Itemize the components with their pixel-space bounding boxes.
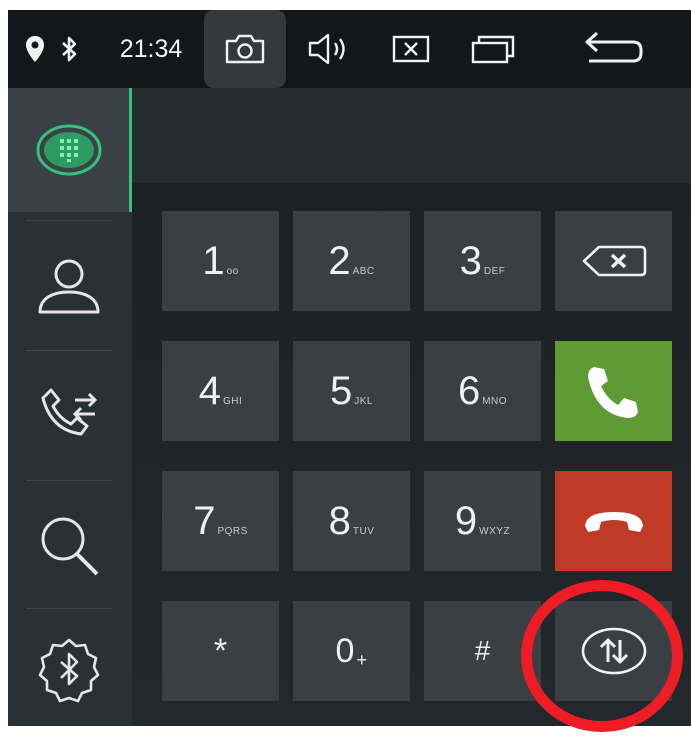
key-8[interactable]: 8 TUV bbox=[293, 471, 410, 571]
sidebar-item-contacts[interactable] bbox=[8, 223, 129, 347]
close-window-icon bbox=[392, 35, 430, 63]
back-button[interactable] bbox=[578, 10, 650, 88]
divider bbox=[26, 220, 112, 221]
keypad: 1 oo 2 ABC 3 DEF 4 GHI 5 JKL 6 MNO 7 PQRS 8 TUV … bbox=[132, 183, 691, 726]
status-bar: 21:34 bbox=[8, 10, 691, 88]
swap-audio-button[interactable] bbox=[555, 601, 672, 701]
key-6[interactable]: 6 MNO bbox=[424, 341, 541, 441]
sidebar bbox=[8, 88, 132, 726]
backspace-icon bbox=[582, 245, 646, 277]
contact-icon bbox=[38, 259, 99, 314]
divider bbox=[26, 480, 112, 481]
call-transfer-icon bbox=[41, 388, 97, 436]
dialpad-icon bbox=[36, 124, 101, 176]
divider bbox=[26, 350, 112, 351]
close-window-button[interactable] bbox=[380, 10, 442, 88]
number-display bbox=[132, 88, 691, 183]
key-7[interactable]: 7 PQRS bbox=[162, 471, 279, 571]
key-hash[interactable]: # bbox=[424, 601, 541, 701]
voicemail-icon: oo bbox=[226, 266, 239, 277]
sidebar-item-call-log[interactable] bbox=[8, 353, 129, 477]
bluetooth-icon bbox=[54, 10, 84, 88]
location-icon bbox=[18, 10, 52, 88]
backspace-button[interactable] bbox=[555, 211, 672, 311]
key-5[interactable]: 5 JKL bbox=[293, 341, 410, 441]
key-star[interactable]: * bbox=[162, 601, 279, 701]
recent-apps-button[interactable] bbox=[462, 10, 524, 88]
clock: 21:34 bbox=[119, 34, 183, 63]
hang-up-icon bbox=[584, 512, 643, 532]
search-icon bbox=[41, 517, 98, 576]
volume-icon bbox=[308, 33, 345, 65]
key-4[interactable]: 4 GHI bbox=[162, 341, 279, 441]
call-icon bbox=[587, 367, 638, 418]
key-3[interactable]: 3 DEF bbox=[424, 211, 541, 311]
volume-button[interactable] bbox=[300, 10, 360, 88]
camera-icon bbox=[225, 34, 265, 64]
hang-up-button[interactable] bbox=[555, 471, 672, 571]
key-9[interactable]: 9 WXYZ bbox=[424, 471, 541, 571]
call-button[interactable] bbox=[555, 341, 672, 441]
back-icon bbox=[585, 31, 643, 63]
recent-apps-icon bbox=[471, 35, 515, 64]
key-0[interactable]: 0 + bbox=[293, 601, 410, 701]
sidebar-item-dialpad[interactable] bbox=[8, 88, 132, 212]
phone-screen: 21:34 1 oo 2 ABC 3 DEF 4 GHI 5 JKL 6 MNO… bbox=[8, 10, 691, 726]
sidebar-item-search[interactable] bbox=[8, 483, 129, 607]
screenshot-button[interactable] bbox=[204, 10, 286, 88]
swap-audio-icon bbox=[581, 627, 646, 675]
key-1[interactable]: 1 oo bbox=[162, 211, 279, 311]
key-2[interactable]: 2 ABC bbox=[293, 211, 410, 311]
sidebar-item-bluetooth-settings[interactable] bbox=[8, 608, 129, 726]
bluetooth-settings-icon bbox=[38, 638, 99, 703]
